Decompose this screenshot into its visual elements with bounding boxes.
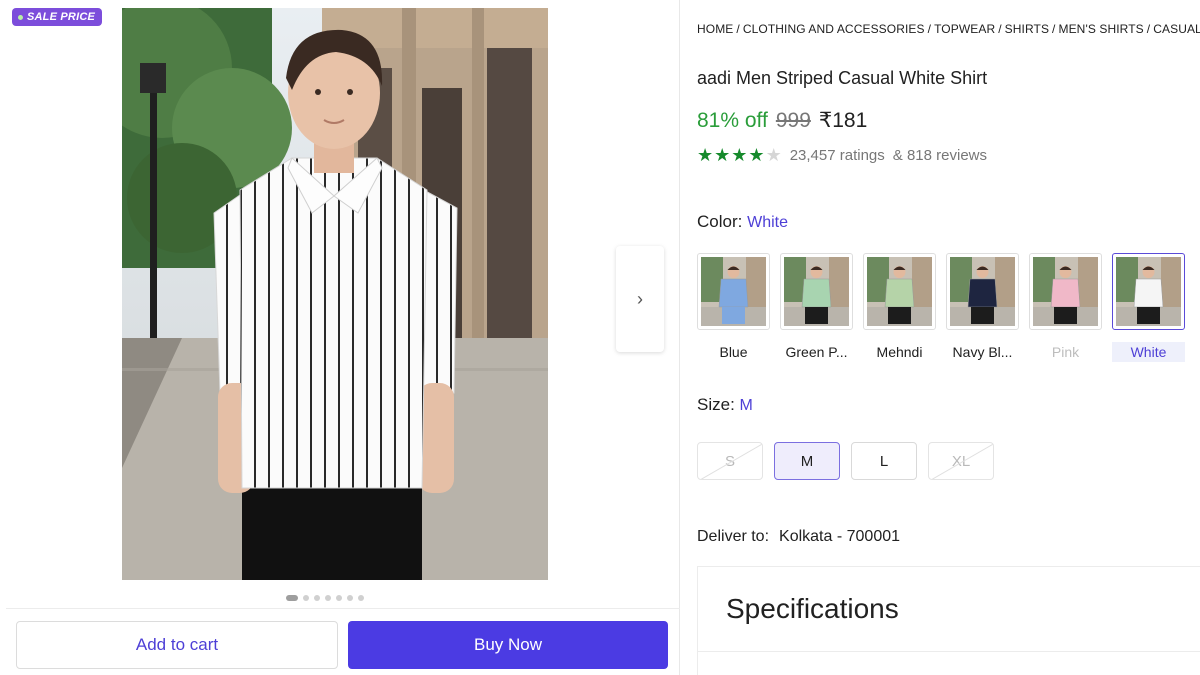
color-swatch-thumbnail: [1112, 253, 1185, 330]
size-option-s[interactable]: S: [697, 442, 763, 480]
star-rating: ★ ★ ★ ★ ★: [697, 146, 782, 164]
color-swatch-label: White: [1112, 342, 1185, 362]
breadcrumb-separator: /: [736, 22, 740, 36]
swatch-photo-illustration: [950, 257, 1015, 326]
swatch-photo-illustration: [1033, 257, 1098, 326]
color-swatch[interactable]: Navy Bl...: [946, 253, 1019, 362]
color-swatch[interactable]: Blue: [697, 253, 770, 362]
size-heading: Size: M: [697, 395, 753, 415]
reviews-count: & 818 reviews: [892, 146, 987, 164]
breadcrumb-item[interactable]: TOPWEAR: [934, 22, 995, 36]
sale-price-badge: SALE PRICE: [12, 8, 103, 26]
deliver-to-label: Deliver to:: [697, 528, 770, 545]
color-swatch-label: Green P...: [785, 344, 848, 360]
sale-price-label: SALE PRICE: [27, 11, 96, 23]
star-filled-icon: ★: [714, 145, 731, 165]
color-swatch[interactable]: Mehndi: [863, 253, 936, 362]
breadcrumb-item[interactable]: SHIRTS: [1005, 22, 1049, 36]
color-swatch-label: Mehndi: [876, 344, 923, 360]
breadcrumb-separator: /: [998, 22, 1002, 36]
color-swatch-thumbnail: [780, 253, 853, 330]
rating-summary[interactable]: ★ ★ ★ ★ ★ 23,457 ratings & 818 reviews: [697, 146, 987, 164]
gallery-dot[interactable]: [303, 595, 309, 601]
gallery-dot[interactable]: [336, 595, 342, 601]
color-heading: Color: White: [697, 212, 788, 232]
star-empty-icon: ★: [765, 145, 782, 165]
size-option-l[interactable]: L: [851, 442, 917, 480]
product-main-image[interactable]: [122, 8, 548, 580]
color-swatch-label: Pink: [1051, 344, 1080, 360]
specifications-section[interactable]: Specifications: [697, 566, 1200, 652]
gallery-next-button[interactable]: ›: [616, 246, 664, 352]
color-swatch-thumbnail: [1029, 253, 1102, 330]
breadcrumb-separator: /: [1052, 22, 1056, 36]
color-swatch-thumbnail: [697, 253, 770, 330]
buy-now-button[interactable]: Buy Now: [348, 621, 668, 669]
breadcrumb: HOME / CLOTHING AND ACCESSORIES / TOPWEAR / SH…: [697, 22, 1200, 36]
selected-size-value: M: [739, 397, 753, 414]
color-swatches: Blue Green P... Mehndi Navy Bl... Pink White: [697, 253, 1185, 362]
star-filled-icon: ★: [697, 145, 714, 165]
swatch-photo-illustration: [867, 257, 932, 326]
gallery-dot[interactable]: [286, 595, 298, 601]
star-filled-icon: ★: [731, 145, 748, 165]
product-details: HOME / CLOTHING AND ACCESSORIES / TOPWEAR / SH…: [697, 0, 1200, 675]
ratings-count: 23,457 ratings: [789, 146, 885, 164]
color-swatch-label: Blue: [719, 344, 748, 360]
breadcrumb-separator: /: [927, 22, 932, 36]
badge-dot-icon: [18, 14, 23, 20]
color-label: Color:: [697, 212, 743, 231]
price-row: 81% off 999 ₹181: [697, 108, 867, 133]
breadcrumb-item[interactable]: CLOTHING AND ACCESSORIES: [743, 22, 925, 36]
color-swatch-thumbnail: [863, 253, 936, 330]
breadcrumb-item[interactable]: HOME: [697, 22, 733, 36]
product-photo-illustration: [122, 8, 548, 580]
specifications-title: Specifications: [726, 593, 899, 624]
selling-price: ₹181: [818, 109, 868, 132]
gallery-dot[interactable]: [314, 595, 320, 601]
gallery-dot[interactable]: [347, 595, 353, 601]
color-swatch-thumbnail: [946, 253, 1019, 330]
gallery-pagination: [286, 595, 364, 601]
gallery-dot[interactable]: [325, 595, 331, 601]
swatch-photo-illustration: [1116, 257, 1181, 326]
delivery-info[interactable]: Deliver to: Kolkata - 700001: [697, 528, 900, 546]
purchase-action-bar: Add to cart Buy Now: [6, 608, 680, 675]
swatch-photo-illustration: [701, 257, 766, 326]
original-price: 999: [775, 109, 811, 132]
breadcrumb-item[interactable]: MEN'S SHIRTS: [1058, 22, 1143, 36]
color-swatch-label: Navy Bl...: [952, 344, 1013, 360]
discount-percent: 81% off: [697, 109, 768, 132]
specifications-continuation: [697, 652, 1200, 675]
star-filled-icon: ★: [748, 145, 765, 165]
size-label: Size:: [697, 395, 735, 414]
swatch-photo-illustration: [784, 257, 849, 326]
chevron-right-icon: ›: [637, 288, 643, 309]
color-swatch[interactable]: Green P...: [780, 253, 853, 362]
breadcrumb-item[interactable]: CASUAL: [1153, 22, 1200, 36]
add-to-cart-button[interactable]: Add to cart: [16, 621, 338, 669]
color-swatch[interactable]: White: [1112, 253, 1185, 362]
breadcrumb-separator: /: [1146, 22, 1151, 36]
size-option-m[interactable]: M: [774, 442, 840, 480]
selected-color-value: White: [747, 214, 788, 231]
size-options: S M L XL: [697, 442, 994, 480]
size-option-xl[interactable]: XL: [928, 442, 994, 480]
color-swatch[interactable]: Pink: [1029, 253, 1102, 362]
product-title: aadi Men Striped Casual White Shirt: [697, 68, 988, 88]
product-gallery: SALE PRICE › Add to cart Buy Now: [6, 0, 680, 675]
delivery-location: Kolkata - 700001: [779, 528, 901, 545]
gallery-dot[interactable]: [358, 595, 364, 601]
